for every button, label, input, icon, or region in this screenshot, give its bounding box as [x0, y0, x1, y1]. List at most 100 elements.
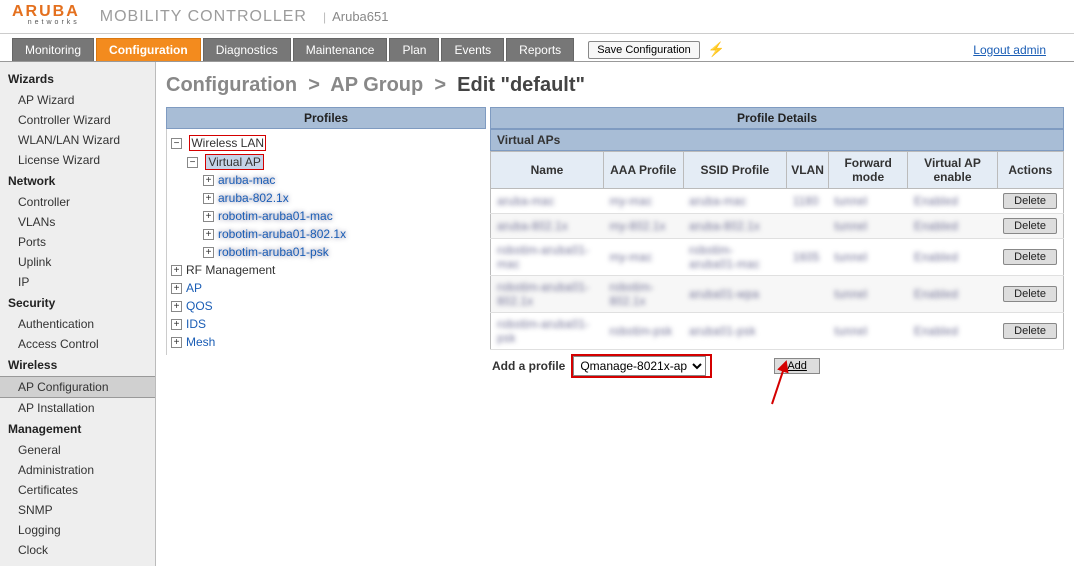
table-row[interactable]: aruba-802.1xmy-802.1xaruba-802.1xtunnelE… [491, 214, 1064, 239]
top-tabs: Monitoring Configuration Diagnostics Mai… [0, 34, 1074, 62]
col-actions: Actions [997, 152, 1063, 189]
tree-vap-child[interactable]: +robotim-aruba01-psk [199, 243, 486, 261]
cell-value: tunnel [834, 324, 867, 338]
sidebar-heading-wizards: Wizards [0, 68, 155, 90]
sidebar-item-ap-wizard[interactable]: AP Wizard [0, 90, 155, 110]
add-button[interactable]: Add [774, 358, 820, 374]
sidebar-heading-management: Management [0, 418, 155, 440]
col-fwd: Forward mode [828, 152, 907, 189]
expand-icon[interactable]: + [171, 265, 182, 276]
tab-diagnostics[interactable]: Diagnostics [203, 38, 291, 61]
sidebar-item-certificates[interactable]: Certificates [0, 480, 155, 500]
tree-qos[interactable]: +QOS [167, 297, 486, 315]
tree-virtual-ap[interactable]: − Virtual AP [183, 153, 486, 171]
add-profile-label: Add a profile [492, 359, 565, 373]
save-config-button[interactable]: Save Configuration [588, 41, 700, 59]
delete-button[interactable]: Delete [1003, 218, 1057, 234]
col-aaa: AAA Profile [603, 152, 683, 189]
cell-value: tunnel [834, 194, 867, 208]
expand-icon[interactable]: + [171, 319, 182, 330]
cell-value: aruba01-psk [689, 324, 756, 338]
tree-ids[interactable]: +IDS [167, 315, 486, 333]
expand-icon[interactable]: + [203, 247, 214, 258]
tree-vap-child[interactable]: +robotim-aruba01-802.1x [199, 225, 486, 243]
breadcrumb-b[interactable]: AP Group [330, 74, 423, 96]
tab-plan[interactable]: Plan [389, 38, 439, 61]
sidebar-item-wlan-lan-wizard[interactable]: WLAN/LAN Wizard [0, 130, 155, 150]
sidebar-item-snmp[interactable]: SNMP [0, 500, 155, 520]
tree-rf-management[interactable]: +RF Management [167, 261, 486, 279]
sidebar-item-vlans[interactable]: VLANs [0, 212, 155, 232]
cell-value: Enabled [914, 287, 958, 301]
sidebar-item-uplink[interactable]: Uplink [0, 252, 155, 272]
cell-value: my-802.1x [609, 219, 665, 233]
table-row[interactable]: robotim-aruba01-macmy-macrobotim-aruba01… [491, 239, 1064, 276]
delete-button[interactable]: Delete [1003, 286, 1057, 302]
brand-sub: networks [12, 19, 80, 26]
delete-button[interactable]: Delete [1003, 323, 1057, 339]
cell-value: tunnel [834, 219, 867, 233]
tree-mesh[interactable]: +Mesh [167, 333, 486, 351]
expand-icon[interactable]: + [171, 301, 182, 312]
tree-vap-child[interactable]: +aruba-802.1x [199, 189, 486, 207]
delete-button[interactable]: Delete [1003, 249, 1057, 265]
sidebar-item-general[interactable]: General [0, 440, 155, 460]
add-profile-select[interactable]: Qmanage-8021x-ap [573, 356, 706, 376]
profiles-panel: Profiles − Wireless LAN − Virtual AP +ar… [166, 107, 486, 382]
expand-icon[interactable]: + [203, 175, 214, 186]
tree-vap-child[interactable]: +robotim-aruba01-mac [199, 207, 486, 225]
sidebar-item-controller[interactable]: Controller [0, 192, 155, 212]
cell-value: tunnel [834, 287, 867, 301]
content-area: Configuration > AP Group > Edit "default… [156, 62, 1074, 566]
sidebar-item-logging[interactable]: Logging [0, 520, 155, 540]
tab-monitoring[interactable]: Monitoring [12, 38, 94, 61]
collapse-icon[interactable]: − [171, 138, 182, 149]
col-enable: Virtual AP enable [908, 152, 997, 189]
expand-icon[interactable]: + [203, 211, 214, 222]
tree-vap-child[interactable]: +aruba-mac [199, 171, 486, 189]
expand-icon[interactable]: + [203, 229, 214, 240]
expand-icon[interactable]: + [171, 337, 182, 348]
virtual-aps-table: Name AAA Profile SSID Profile VLAN Forwa… [490, 151, 1064, 350]
cell-value: aruba01-wpa [689, 287, 759, 301]
profile-details-title: Profile Details [490, 107, 1064, 129]
col-ssid: SSID Profile [683, 152, 787, 189]
cell-value: Enabled [914, 250, 958, 264]
sidebar-item-authentication[interactable]: Authentication [0, 314, 155, 334]
tab-configuration[interactable]: Configuration [96, 38, 201, 61]
sidebar-item-ip[interactable]: IP [0, 272, 155, 292]
cell-value: robotim-psk [609, 324, 672, 338]
profile-details-panel: Profile Details Virtual APs Name AAA Pro… [490, 107, 1064, 382]
sidebar-item-access-control[interactable]: Access Control [0, 334, 155, 354]
collapse-icon[interactable]: − [187, 157, 198, 168]
tab-maintenance[interactable]: Maintenance [293, 38, 388, 61]
col-name: Name [491, 152, 604, 189]
sidebar-item-ap-configuration[interactable]: AP Configuration [0, 376, 155, 398]
tab-events[interactable]: Events [441, 38, 504, 61]
cell-value: 1180 [793, 194, 819, 208]
sidebar-item-controller-wizard[interactable]: Controller Wizard [0, 110, 155, 130]
tab-reports[interactable]: Reports [506, 38, 574, 61]
table-row[interactable]: robotim-aruba01-802.1xrobotim-802.1xarub… [491, 276, 1064, 313]
brand-logo: ARUBA networks [12, 5, 80, 29]
sidebar-item-administration[interactable]: Administration [0, 460, 155, 480]
breadcrumb-a[interactable]: Configuration [166, 74, 297, 96]
table-row[interactable]: aruba-macmy-macaruba-mac1180tunnelEnable… [491, 189, 1064, 214]
cell-value: Enabled [914, 194, 958, 208]
cell-value: robotim-aruba01-psk [497, 317, 589, 345]
pin-icon[interactable]: ⚡ [708, 41, 725, 58]
table-row[interactable]: robotim-aruba01-psk robotim-psk aruba01-ps… [491, 313, 1064, 350]
sidebar-item-clock[interactable]: Clock [0, 540, 155, 560]
sidebar-item-ports[interactable]: Ports [0, 232, 155, 252]
delete-button[interactable]: Delete [1003, 193, 1057, 209]
expand-icon[interactable]: + [203, 193, 214, 204]
profiles-title: Profiles [166, 107, 486, 129]
logout-link[interactable]: Logout admin [973, 43, 1046, 57]
sidebar-item-ap-installation[interactable]: AP Installation [0, 398, 155, 418]
sidebar-item-license-wizard[interactable]: License Wizard [0, 150, 155, 170]
tree-ap[interactable]: +AP [167, 279, 486, 297]
expand-icon[interactable]: + [171, 283, 182, 294]
tree-wireless-lan[interactable]: − Wireless LAN [167, 133, 486, 153]
hostname: Aruba651 [332, 9, 388, 24]
left-sidebar: Wizards AP Wizard Controller Wizard WLAN… [0, 62, 156, 566]
